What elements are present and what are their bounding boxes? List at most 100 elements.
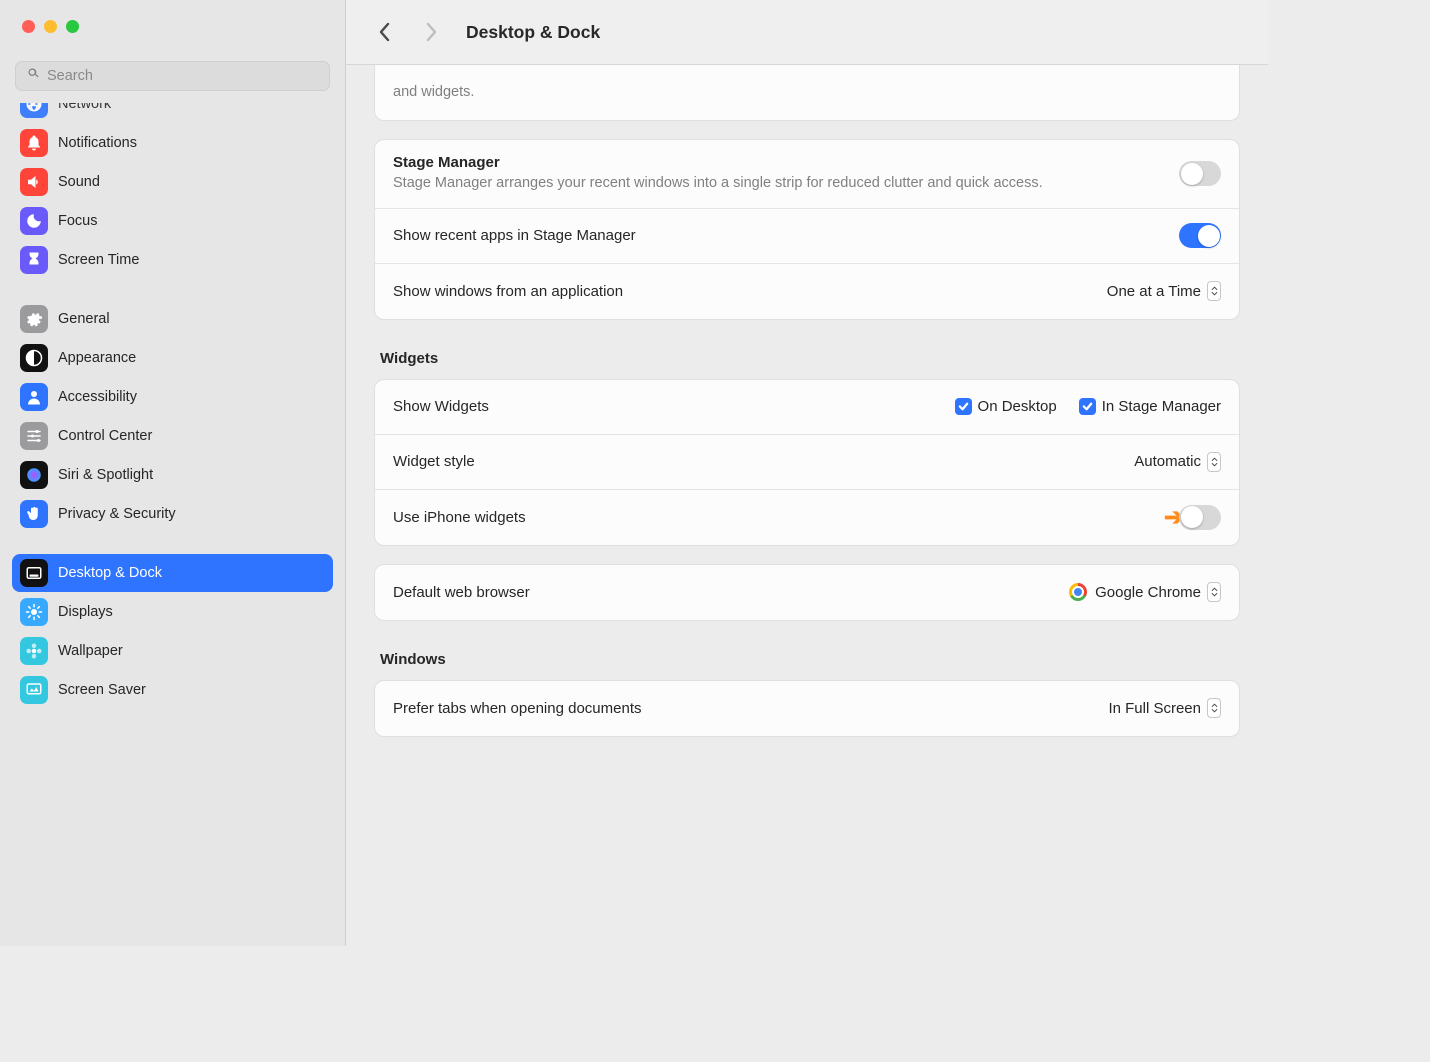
sidebar-item-general[interactable]: General (12, 300, 333, 338)
sidebar-item-notifications[interactable]: Notifications (12, 124, 333, 162)
content: and widgets. Stage Manager Stage Manager… (346, 65, 1268, 946)
sidebar-item-label: Siri & Spotlight (58, 467, 153, 483)
stepper-icon (1207, 698, 1221, 718)
sidebar-item-desktop-dock[interactable]: Desktop & Dock (12, 554, 333, 592)
dock-icon (20, 559, 48, 587)
sidebar-item-label: Desktop & Dock (58, 565, 162, 581)
stage-manager-title: Stage Manager (393, 154, 1179, 171)
header: Desktop & Dock (346, 0, 1268, 65)
screensaver-icon (20, 676, 48, 704)
stage-manager-desc: Stage Manager arranges your recent windo… (393, 174, 1179, 194)
sidebar-item-label: Network (58, 103, 111, 112)
siri-icon (20, 461, 48, 489)
on-desktop-label: On Desktop (978, 398, 1057, 415)
sidebar-item-accessibility[interactable]: Accessibility (12, 378, 333, 416)
sidebar-item-sound[interactable]: Sound (12, 163, 333, 201)
sidebar: Network Notifications Sound Focus Screen Tim… (0, 0, 346, 946)
row-cutoff: and widgets. (375, 65, 1239, 120)
sidebar-item-label: Sound (58, 174, 100, 190)
contrast-icon (20, 344, 48, 372)
sidebar-item-privacy-security[interactable]: Privacy & Security (12, 495, 333, 533)
sidebar-item-wallpaper[interactable]: Wallpaper (12, 632, 333, 670)
sidebar-item-screen-time[interactable]: Screen Time (12, 241, 333, 279)
sidebar-item-label: Accessibility (58, 389, 137, 405)
windows-header: Windows (380, 651, 1238, 668)
sidebar-item-screen-saver[interactable]: Screen Saver (12, 671, 333, 709)
stepper-icon (1207, 582, 1221, 602)
search-icon (26, 66, 41, 86)
sidebar-item-label: Privacy & Security (58, 506, 176, 522)
window-controls (0, 0, 345, 33)
sidebar-item-label: Focus (58, 213, 98, 229)
sidebar-item-network[interactable]: Network (12, 103, 333, 123)
sidebar-item-appearance[interactable]: Appearance (12, 339, 333, 377)
moon-icon (20, 207, 48, 235)
prefer-tabs-value: In Full Screen (1108, 700, 1201, 717)
in-stage-checkbox-wrap: In Stage Manager (1079, 398, 1221, 415)
default-browser-select[interactable]: Google Chrome (1069, 582, 1221, 602)
in-stage-checkbox[interactable] (1079, 398, 1096, 415)
stage-manager-toggle[interactable] (1179, 161, 1221, 186)
sliders-icon (20, 422, 48, 450)
sidebar-item-label: General (58, 311, 110, 327)
sidebar-item-displays[interactable]: Displays (12, 593, 333, 631)
row-stage-manager: Stage Manager Stage Manager arranges you… (375, 140, 1239, 209)
recent-apps-label: Show recent apps in Stage Manager (393, 227, 1179, 244)
row-iphone-widgets: Use iPhone widgets ➔ (375, 490, 1239, 545)
sidebar-item-label: Screen Saver (58, 682, 146, 698)
row-show-windows: Show windows from an application One at … (375, 264, 1239, 319)
gear-icon (20, 305, 48, 333)
sidebar-item-control-center[interactable]: Control Center (12, 417, 333, 455)
in-stage-label: In Stage Manager (1102, 398, 1221, 415)
chrome-icon (1069, 583, 1087, 601)
recent-apps-toggle[interactable] (1179, 223, 1221, 248)
row-show-widgets: Show Widgets On Desktop In Stage Manager (375, 380, 1239, 435)
iphone-widgets-toggle[interactable] (1179, 505, 1221, 530)
globe-icon (20, 103, 48, 118)
widget-style-label: Widget style (393, 453, 1134, 470)
search-field[interactable] (15, 61, 330, 91)
widgets-header: Widgets (380, 350, 1238, 367)
close-window-button[interactable] (22, 20, 35, 33)
stepper-icon (1207, 452, 1221, 472)
sidebar-item-label: Displays (58, 604, 113, 620)
sidebar-item-label: Control Center (58, 428, 152, 444)
hourglass-icon (20, 246, 48, 274)
default-browser-value: Google Chrome (1095, 584, 1201, 601)
bell-icon (20, 129, 48, 157)
speaker-icon (20, 168, 48, 196)
cutoff-text: and widgets. (393, 83, 1221, 103)
settings-window: Network Notifications Sound Focus Screen Tim… (0, 0, 1268, 946)
search-input[interactable] (47, 68, 319, 84)
prefer-tabs-select[interactable]: In Full Screen (1108, 698, 1221, 718)
row-default-browser: Default web browser Google Chrome (375, 565, 1239, 620)
forward-button[interactable] (418, 18, 446, 46)
sidebar-item-focus[interactable]: Focus (12, 202, 333, 240)
sidebar-item-label: Wallpaper (58, 643, 123, 659)
group-widgets: Show Widgets On Desktop In Stage Manager (374, 379, 1240, 546)
sidebar-item-label: Appearance (58, 350, 136, 366)
sun-icon (20, 598, 48, 626)
minimize-window-button[interactable] (44, 20, 57, 33)
back-button[interactable] (370, 18, 398, 46)
stepper-icon (1207, 281, 1221, 301)
on-desktop-checkbox-wrap: On Desktop (955, 398, 1057, 415)
iphone-widgets-label: Use iPhone widgets (393, 509, 1179, 526)
show-windows-label: Show windows from an application (393, 283, 1107, 300)
sidebar-item-label: Screen Time (58, 252, 139, 268)
main-panel: Desktop & Dock and widgets. Stage Manage… (346, 0, 1268, 946)
default-browser-label: Default web browser (393, 584, 1069, 601)
group-cutoff: and widgets. (374, 65, 1240, 121)
sidebar-item-siri-spotlight[interactable]: Siri & Spotlight (12, 456, 333, 494)
prefer-tabs-label: Prefer tabs when opening documents (393, 700, 1108, 717)
on-desktop-checkbox[interactable] (955, 398, 972, 415)
person-icon (20, 383, 48, 411)
hand-icon (20, 500, 48, 528)
widget-style-select[interactable]: Automatic (1134, 452, 1221, 472)
widget-style-value: Automatic (1134, 453, 1201, 470)
row-prefer-tabs: Prefer tabs when opening documents In Fu… (375, 681, 1239, 736)
fullscreen-window-button[interactable] (66, 20, 79, 33)
show-windows-value: One at a Time (1107, 283, 1201, 300)
sidebar-item-label: Notifications (58, 135, 137, 151)
show-windows-select[interactable]: One at a Time (1107, 281, 1221, 301)
